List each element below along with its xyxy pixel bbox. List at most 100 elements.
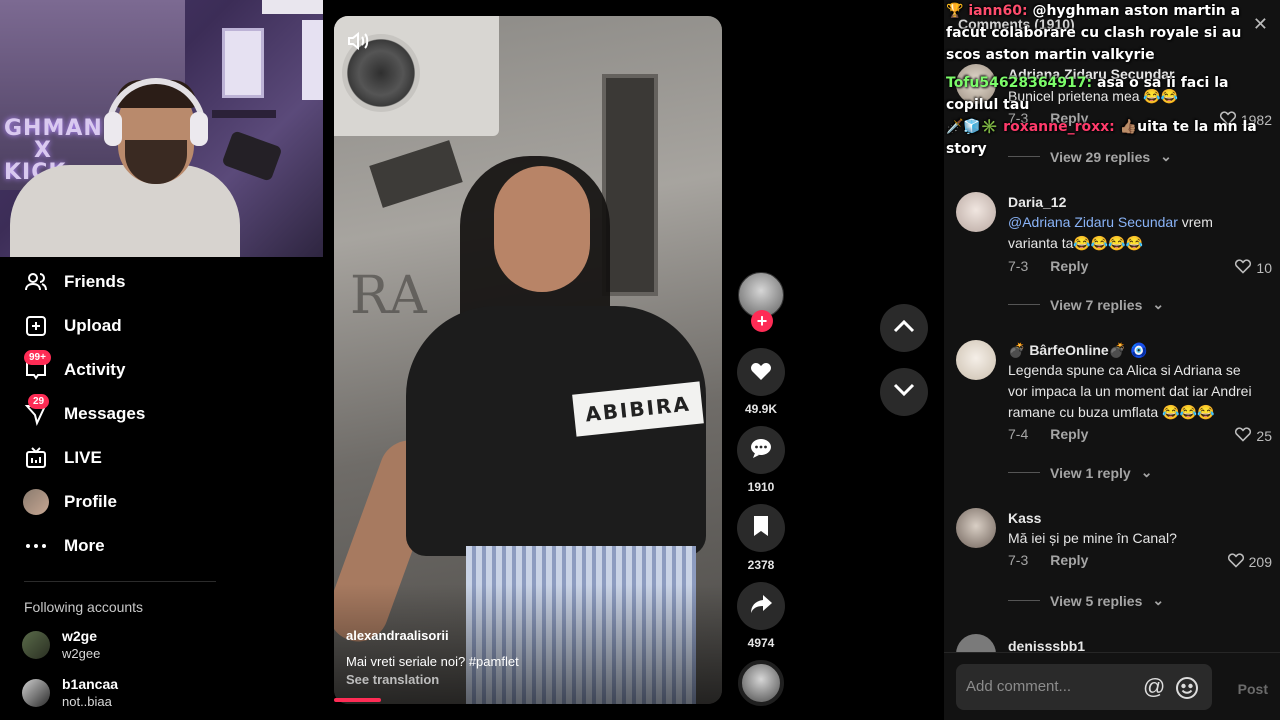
view-replies-label: View 1 reply — [1050, 464, 1131, 481]
comment-meta: 7-3 Reply — [1008, 258, 1088, 274]
sidebar-nav: Friends Upload 99+ Activity 29 Messages — [0, 257, 323, 720]
post-button[interactable]: Post — [1238, 681, 1268, 697]
video-player[interactable]: RA ABIBIRA alexandraalisorii Mai vreti s… — [334, 16, 722, 704]
chat-username: roxanne_roxx: — [1003, 119, 1115, 135]
heart-outline-icon — [1234, 426, 1252, 445]
sidebar-item-label: Upload — [64, 316, 122, 335]
bookmark-icon — [752, 515, 770, 542]
messages-icon: 29 — [22, 394, 50, 428]
share-count: 4974 — [747, 636, 775, 650]
comment-mention[interactable]: @Adriana Zidaru Secundar — [1008, 214, 1178, 230]
avatar[interactable] — [956, 340, 996, 380]
like-count: 49.9K — [744, 402, 778, 416]
sidebar-item-label: More — [64, 536, 105, 555]
chevron-down-icon: ⌄ — [1140, 464, 1153, 480]
following-account-item[interactable]: b1ancaa not..biaa — [22, 675, 118, 711]
see-translation-link[interactable]: See translation — [346, 672, 439, 687]
share-icon — [749, 593, 773, 620]
comment-like-count: 209 — [1248, 553, 1272, 570]
comment-like-count: 10 — [1256, 259, 1272, 276]
sidebar-item-upload[interactable]: Upload — [22, 311, 122, 341]
sidebar-item-label: Messages — [64, 404, 146, 423]
following-handle: not..biaa — [62, 694, 112, 709]
share-button[interactable] — [737, 582, 785, 630]
avatar[interactable] — [956, 508, 996, 548]
sidebar-item-live[interactable]: LIVE — [22, 443, 102, 473]
streamer-webcam: GHMAN X KICK — [0, 0, 323, 257]
sidebar-item-friends[interactable]: Friends — [22, 267, 125, 297]
following-name: w2ge — [62, 628, 98, 644]
sidebar-item-more[interactable]: More — [22, 531, 105, 561]
comment-button[interactable] — [737, 426, 785, 474]
divider-line — [1008, 600, 1040, 601]
activity-badge: 99+ — [24, 350, 51, 365]
sidebar-item-label: Activity — [64, 360, 126, 379]
comment-text: Legenda spune ca Alica si Adriana se vor… — [1008, 362, 1252, 420]
friends-icon — [22, 268, 50, 296]
comment-meta: 7-4 Reply — [1008, 426, 1088, 442]
reply-button[interactable]: Reply — [1050, 258, 1088, 274]
video-shirt — [406, 306, 706, 556]
video-author[interactable]: alexandraalisorii — [346, 628, 449, 643]
reply-button[interactable]: Reply — [1050, 552, 1088, 568]
view-replies-button[interactable]: View 7 replies ⌄ — [1008, 296, 1164, 313]
sidebar-item-messages[interactable]: 29 Messages — [22, 394, 146, 429]
following-account-item[interactable]: w2ge w2gee — [22, 627, 100, 663]
comment-author[interactable]: 💣 BârfeOnline💣 🧿 — [1008, 342, 1147, 359]
chat-message: Tofu54628364917: asa o sa ii faci la cop… — [946, 72, 1280, 116]
heart-outline-icon — [1234, 258, 1252, 277]
comment-author[interactable]: Daria_12 — [1008, 194, 1066, 210]
view-replies-button[interactable]: View 5 replies ⌄ — [1008, 592, 1164, 609]
emoji-icon[interactable] — [1175, 676, 1199, 705]
like-button[interactable] — [737, 348, 785, 396]
comment-text: @Adriana Zidaru Secundar vrem varianta t… — [1008, 212, 1258, 254]
following-handle: w2gee — [62, 646, 101, 661]
poster-line-2: X — [34, 138, 52, 163]
reply-button[interactable]: Reply — [1050, 426, 1088, 442]
video-progress-bar[interactable] — [334, 698, 722, 704]
heart-outline-icon — [1227, 552, 1245, 571]
view-replies-label: View 7 replies — [1050, 296, 1143, 313]
sidebar-item-profile[interactable]: Profile — [22, 487, 117, 517]
comment-like-button[interactable]: 25 — [1234, 426, 1272, 445]
comment-like-button[interactable]: 10 — [1234, 258, 1272, 277]
sidebar-item-label: Friends — [64, 272, 126, 291]
comment-date: 7-4 — [1008, 426, 1029, 442]
comment-input[interactable]: Add comment... @ — [956, 664, 1212, 710]
comment-placeholder: Add comment... — [966, 678, 1072, 695]
live-icon — [22, 444, 50, 472]
music-disc[interactable] — [738, 660, 784, 706]
room-window-2 — [302, 20, 323, 100]
following-name: b1ancaa — [62, 676, 119, 692]
divider-line — [1008, 304, 1040, 305]
video-face — [494, 166, 590, 292]
comment-like-button[interactable]: 209 — [1227, 552, 1272, 571]
headset-ear-right — [190, 112, 208, 146]
comment-author[interactable]: Kass — [1008, 510, 1041, 526]
view-replies-button[interactable]: View 1 reply ⌄ — [1008, 464, 1152, 481]
heart-icon — [749, 359, 773, 386]
next-video-button[interactable] — [880, 368, 928, 416]
following-title: Following accounts — [24, 599, 144, 615]
comment-text: Mă iei și pe mine în Canal? — [1008, 530, 1177, 546]
sidebar-item-label: Profile — [64, 492, 117, 511]
view-replies-label: View 5 replies — [1050, 592, 1143, 609]
avatar[interactable] — [956, 192, 996, 232]
chevron-down-icon: ⌄ — [1152, 592, 1165, 608]
video-graffiti: RA — [350, 266, 427, 326]
comment-date: 7-3 — [1008, 552, 1029, 568]
upload-icon — [22, 312, 50, 340]
previous-video-button[interactable] — [880, 304, 928, 352]
headset-ear-left — [104, 112, 122, 146]
follow-plus-icon[interactable]: + — [751, 310, 773, 332]
chat-message: 🗡️🧊✳️ roxanne_roxx: 👍🏽uita te la mn la s… — [946, 119, 1257, 157]
volume-icon[interactable] — [346, 30, 372, 52]
streamer-microphone — [221, 130, 283, 182]
screen: GHMAN X KICK Friends Upload 99+ Activity… — [0, 0, 1280, 720]
mention-icon[interactable]: @ — [1143, 674, 1165, 700]
save-button[interactable] — [737, 504, 785, 552]
video-progress-fill — [334, 698, 381, 702]
sidebar-item-activity[interactable]: 99+ Activity — [22, 350, 126, 385]
profile-avatar — [22, 488, 50, 516]
save-count: 2378 — [747, 558, 775, 572]
